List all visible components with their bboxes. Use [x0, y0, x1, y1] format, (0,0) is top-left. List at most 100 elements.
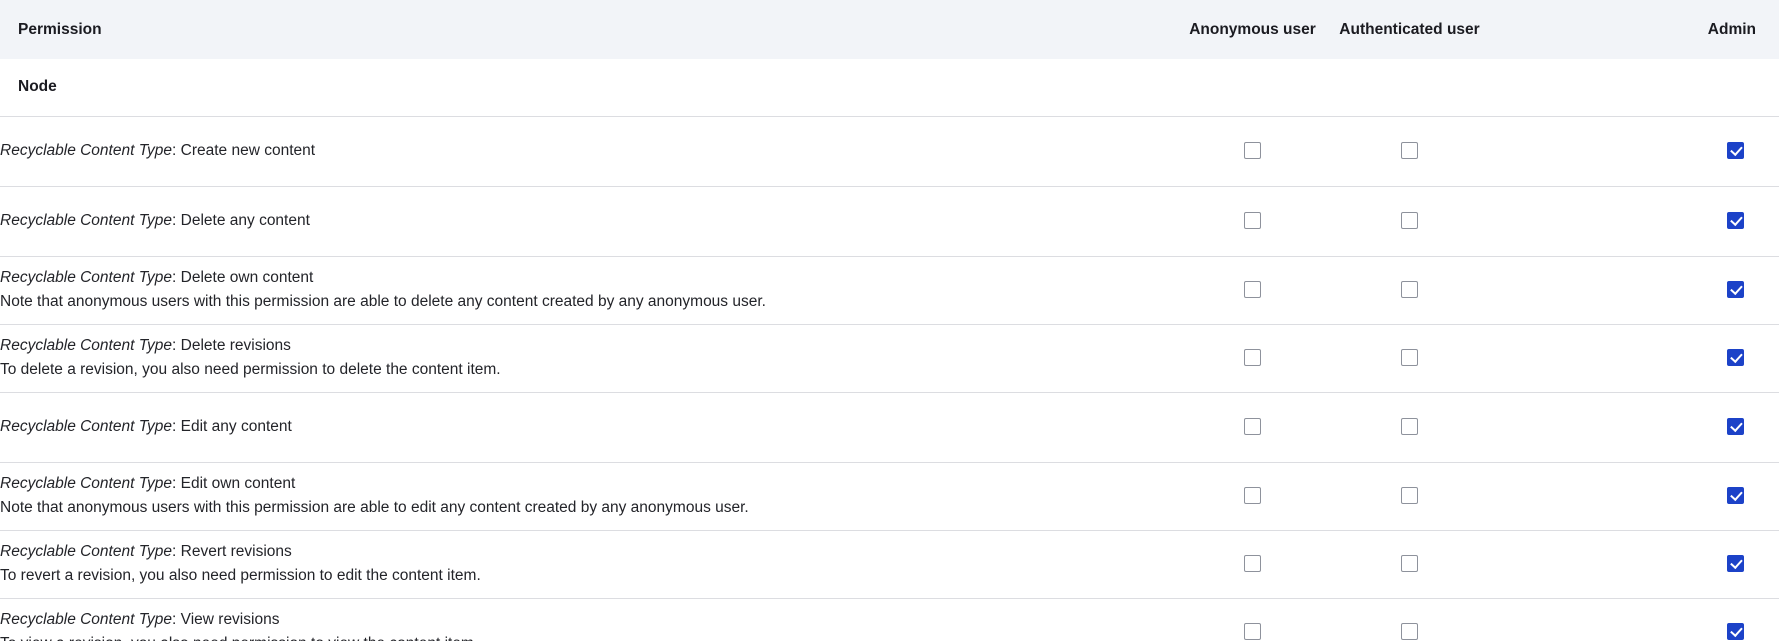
permission-description: Note that anonymous users with this perm… [0, 497, 1174, 519]
permission-module-prefix: Recyclable Content Type [0, 543, 172, 560]
permission-name: Create new content [181, 142, 315, 159]
checkbox-admin[interactable] [1727, 212, 1744, 229]
checkbox-anonymous-user[interactable] [1244, 487, 1261, 504]
permission-name: Edit any content [181, 418, 292, 435]
permission-label-cell: Recyclable Content Type: Edit own conten… [0, 462, 1174, 530]
permission-separator: : [172, 543, 181, 560]
checkbox-admin[interactable] [1727, 555, 1744, 572]
permission-module-prefix: Recyclable Content Type [0, 212, 172, 229]
checkbox-authenticated-user[interactable] [1401, 487, 1418, 504]
permission-row: Recyclable Content Type: Edit own conten… [0, 462, 1779, 530]
permission-separator: : [172, 611, 181, 628]
column-header-permission: Permission [0, 0, 1174, 59]
checkbox-anonymous-user[interactable] [1244, 623, 1261, 640]
permission-description: To view a revision, you also need permis… [0, 633, 1174, 641]
permissions-page: Permission Anonymous user Authenticated … [0, 0, 1779, 641]
table-header: Permission Anonymous user Authenticated … [0, 0, 1779, 59]
checkbox-authenticated-user-cell [1331, 530, 1488, 598]
checkbox-anonymous-user-cell [1174, 256, 1331, 324]
checkbox-admin-cell [1488, 256, 1779, 324]
checkbox-anonymous-user[interactable] [1244, 418, 1261, 435]
permission-row: Recyclable Content Type: View revisions T… [0, 598, 1779, 641]
permission-separator: : [172, 212, 181, 229]
permissions-table: Permission Anonymous user Authenticated … [0, 0, 1779, 641]
checkbox-anonymous-user[interactable] [1244, 212, 1261, 229]
permission-title: Recyclable Content Type: Revert revision… [0, 541, 1174, 563]
permission-module-prefix: Recyclable Content Type [0, 142, 172, 159]
checkbox-authenticated-user[interactable] [1401, 212, 1418, 229]
permission-module-prefix: Recyclable Content Type [0, 269, 172, 286]
checkbox-anonymous-user-cell [1174, 392, 1331, 462]
permission-title: Recyclable Content Type: View revisions [0, 609, 1174, 631]
checkbox-authenticated-user[interactable] [1401, 623, 1418, 640]
checkbox-authenticated-user-cell [1331, 392, 1488, 462]
permission-row: Recyclable Content Type: Delete own cont… [0, 256, 1779, 324]
checkbox-authenticated-user[interactable] [1401, 418, 1418, 435]
checkbox-admin-cell [1488, 392, 1779, 462]
column-header-admin: Admin [1488, 0, 1779, 59]
table-body: Node Recyclable Content Type: Create new … [0, 59, 1779, 641]
checkbox-admin[interactable] [1727, 623, 1744, 640]
permission-row: Recyclable Content Type: Delete any cont… [0, 186, 1779, 256]
permission-description: Note that anonymous users with this perm… [0, 291, 1174, 313]
section-header-row: Node [0, 59, 1779, 116]
checkbox-anonymous-user[interactable] [1244, 142, 1261, 159]
permission-name: Revert revisions [181, 543, 292, 560]
checkbox-authenticated-user[interactable] [1401, 555, 1418, 572]
column-header-anonymous: Anonymous user [1174, 0, 1331, 59]
checkbox-authenticated-user-cell [1331, 462, 1488, 530]
permission-name: Delete any content [181, 212, 310, 229]
checkbox-admin-cell [1488, 324, 1779, 392]
checkbox-admin[interactable] [1727, 349, 1744, 366]
checkbox-authenticated-user[interactable] [1401, 349, 1418, 366]
permission-name: View revisions [181, 611, 280, 628]
permission-name: Delete own content [181, 269, 314, 286]
column-header-authenticated: Authenticated user [1331, 0, 1488, 59]
permission-description: To revert a revision, you also need perm… [0, 565, 1174, 587]
checkbox-authenticated-user[interactable] [1401, 142, 1418, 159]
permission-label-cell: Recyclable Content Type: Revert revision… [0, 530, 1174, 598]
checkbox-authenticated-user-cell [1331, 324, 1488, 392]
permission-row: Recyclable Content Type: Revert revision… [0, 530, 1779, 598]
permission-separator: : [172, 337, 181, 354]
permission-title: Recyclable Content Type: Delete own cont… [0, 267, 1174, 289]
permission-description: To delete a revision, you also need perm… [0, 359, 1174, 381]
checkbox-admin-cell [1488, 598, 1779, 641]
permission-label-cell: Recyclable Content Type: Create new cont… [0, 116, 1174, 186]
checkbox-anonymous-user[interactable] [1244, 281, 1261, 298]
section-header-label: Node [0, 59, 1779, 116]
permission-separator: : [172, 142, 181, 159]
checkbox-admin[interactable] [1727, 281, 1744, 298]
permission-separator: : [172, 475, 181, 492]
header-row: Permission Anonymous user Authenticated … [0, 0, 1779, 59]
permission-separator: : [172, 418, 181, 435]
checkbox-authenticated-user[interactable] [1401, 281, 1418, 298]
permission-label-cell: Recyclable Content Type: Edit any conten… [0, 392, 1174, 462]
checkbox-admin[interactable] [1727, 418, 1744, 435]
permission-module-prefix: Recyclable Content Type [0, 418, 172, 435]
permission-label-cell: Recyclable Content Type: View revisions T… [0, 598, 1174, 641]
checkbox-anonymous-user[interactable] [1244, 555, 1261, 572]
permission-row: Recyclable Content Type: Create new cont… [0, 116, 1779, 186]
checkbox-admin-cell [1488, 462, 1779, 530]
checkbox-anonymous-user[interactable] [1244, 349, 1261, 366]
checkbox-authenticated-user-cell [1331, 186, 1488, 256]
permission-module-prefix: Recyclable Content Type [0, 611, 172, 628]
permission-title: Recyclable Content Type: Delete revision… [0, 335, 1174, 357]
permission-title: Recyclable Content Type: Delete any cont… [0, 210, 1174, 232]
checkbox-anonymous-user-cell [1174, 186, 1331, 256]
checkbox-admin[interactable] [1727, 142, 1744, 159]
permission-title: Recyclable Content Type: Create new cont… [0, 140, 1174, 162]
checkbox-anonymous-user-cell [1174, 462, 1331, 530]
permission-module-prefix: Recyclable Content Type [0, 475, 172, 492]
permission-title: Recyclable Content Type: Edit any conten… [0, 416, 1174, 438]
permission-row: Recyclable Content Type: Delete revision… [0, 324, 1779, 392]
checkbox-anonymous-user-cell [1174, 598, 1331, 641]
checkbox-admin[interactable] [1727, 487, 1744, 504]
checkbox-admin-cell [1488, 116, 1779, 186]
checkbox-authenticated-user-cell [1331, 598, 1488, 641]
permission-label-cell: Recyclable Content Type: Delete any cont… [0, 186, 1174, 256]
checkbox-authenticated-user-cell [1331, 256, 1488, 324]
permission-row: Recyclable Content Type: Edit any conten… [0, 392, 1779, 462]
checkbox-anonymous-user-cell [1174, 324, 1331, 392]
